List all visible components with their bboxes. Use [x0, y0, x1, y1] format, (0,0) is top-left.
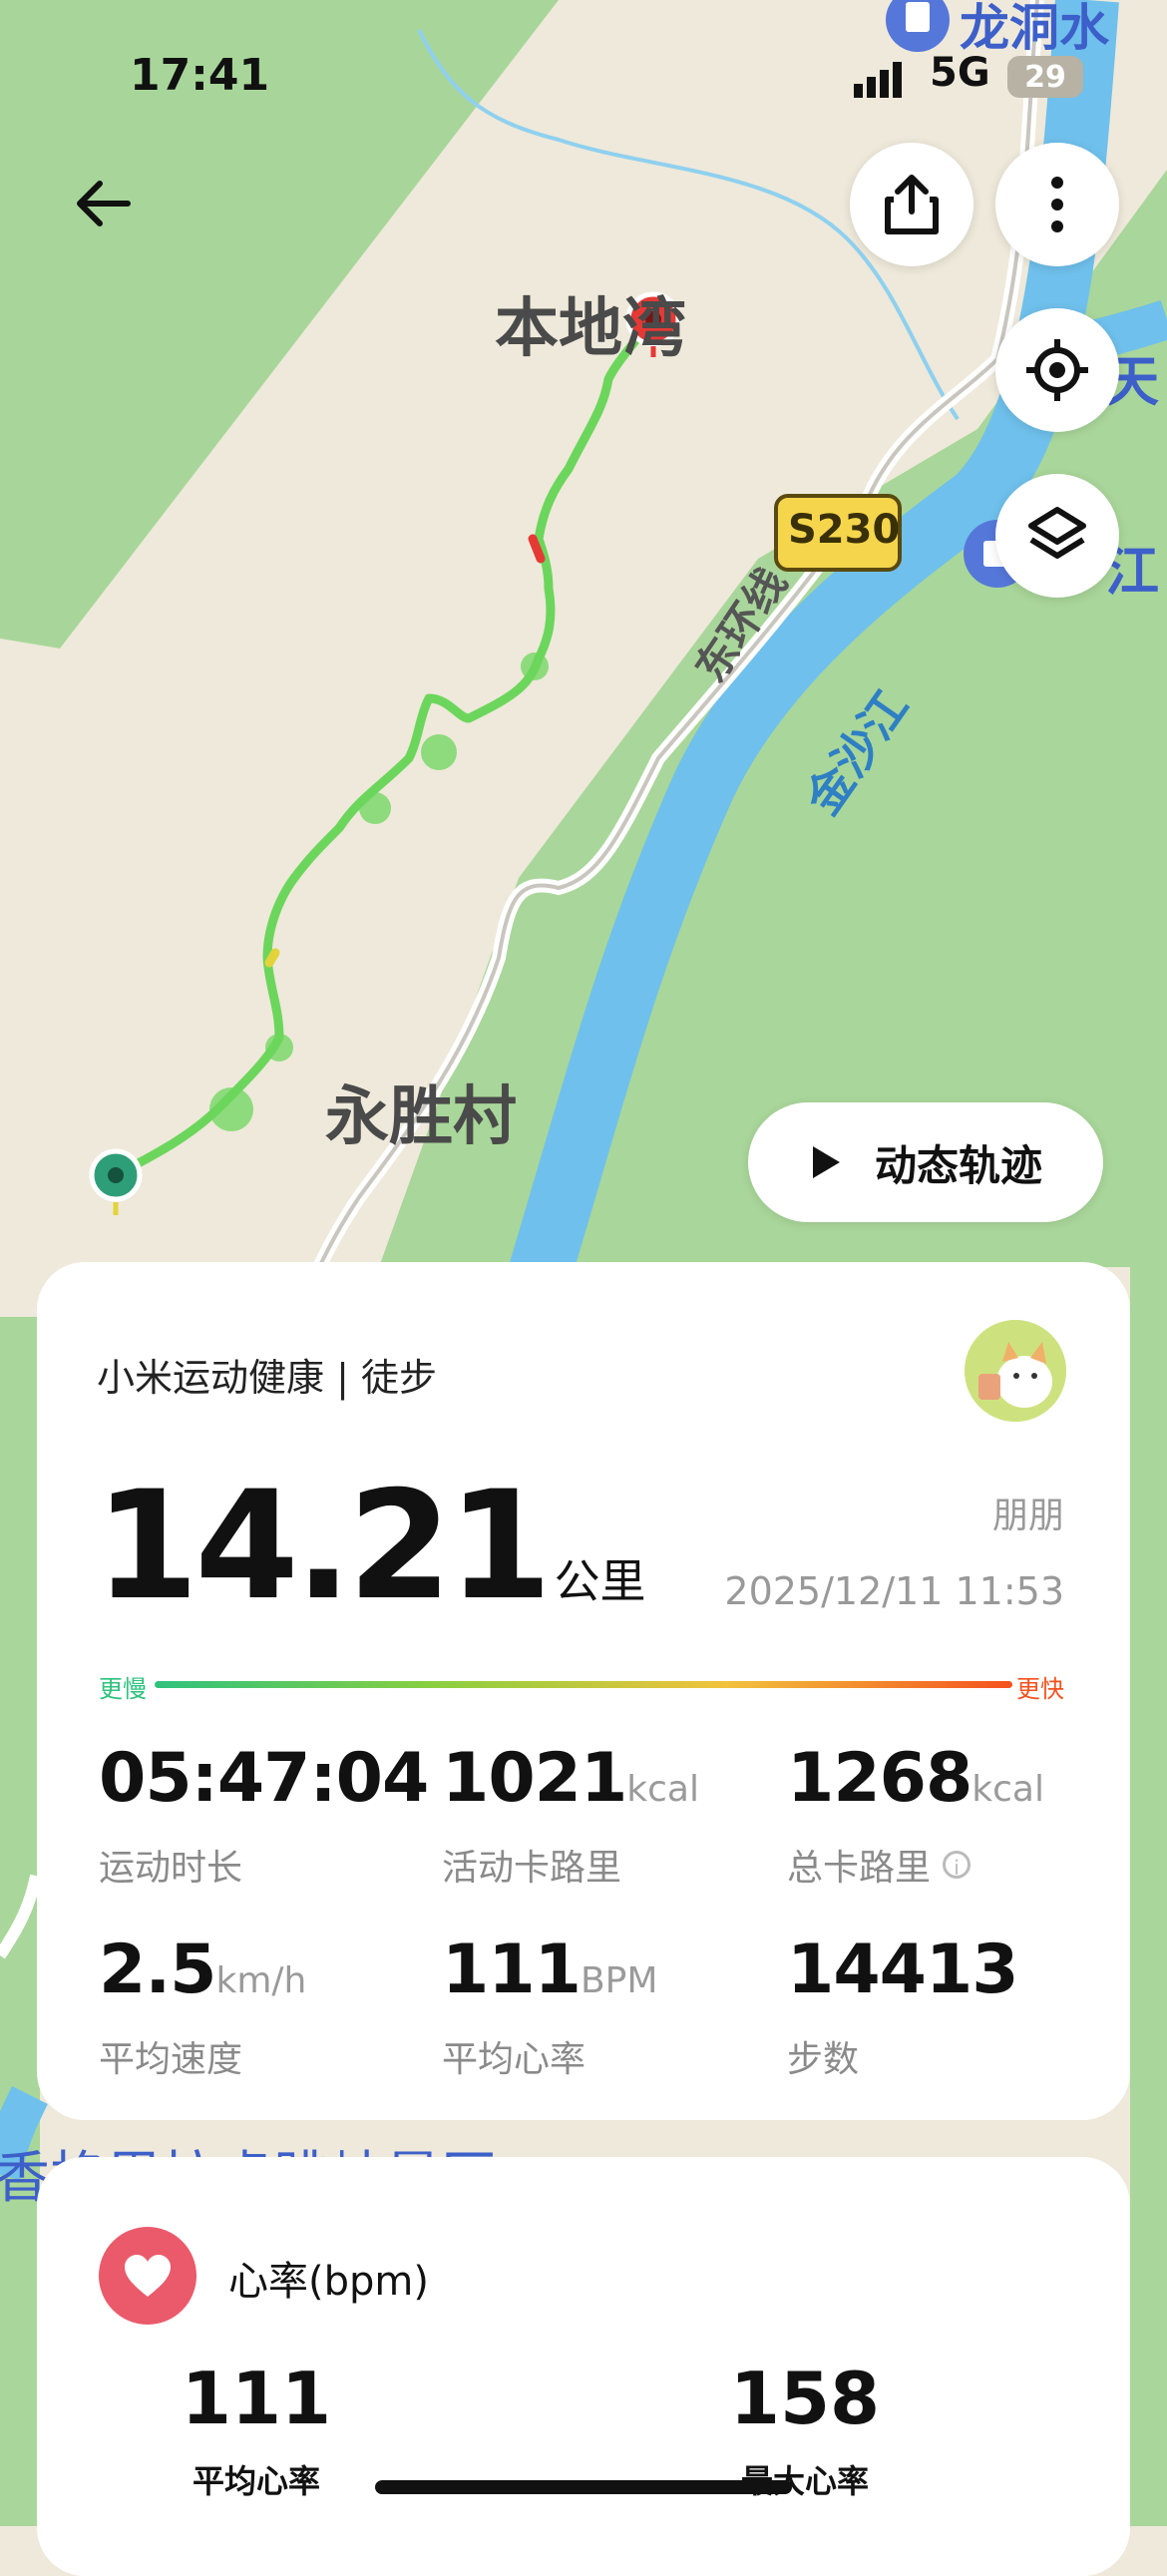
max-heart-rate-value: 158	[729, 2357, 881, 2440]
stat-total-calories-label: 总卡路里 i	[787, 1839, 972, 1891]
avg-heart-rate-label: 平均心率	[192, 2462, 320, 2500]
stat-active-calories-label: 活动卡路里	[442, 1848, 622, 1889]
stat-steps-value: 14413	[787, 1931, 1019, 2009]
user-name: 朋朋	[991, 1496, 1064, 1536]
signal-icon	[854, 62, 902, 102]
user-avatar[interactable]	[965, 1320, 1066, 1422]
max-heart-rate-label: 最大心率	[740, 2462, 869, 2500]
locate-button[interactable]	[995, 308, 1119, 432]
map-label-village-2: 永胜村	[325, 1080, 517, 1154]
arrow-left-icon	[77, 181, 131, 226]
stat-active-calories-value: 1021kcal	[442, 1739, 699, 1818]
layers-button[interactable]	[995, 474, 1119, 598]
app-activity-title: 小米运动健康 | 徒步	[97, 1356, 437, 1400]
battery-level: 29	[1024, 59, 1066, 95]
stat-avg-speed-value: 2.5km/h	[99, 1931, 307, 2009]
map-label-road-badge: S230	[788, 507, 901, 553]
stat-avg-heart-rate-value: 111BPM	[442, 1931, 658, 2009]
stat-total-calories-value: 1268kcal	[787, 1739, 1044, 1818]
heart-badge	[99, 2227, 196, 2325]
avg-heart-rate-value: 111	[181, 2357, 332, 2440]
pace-slow-label: 更慢	[99, 1675, 147, 1703]
dynamic-track-button[interactable]: 动态轨迹	[748, 1102, 1103, 1222]
distance-value: 14.21 公里	[95, 1460, 646, 1633]
home-indicator[interactable]	[375, 2480, 792, 2494]
heart-icon	[125, 2255, 171, 2297]
workout-summary-card: 小米运动健康 | 徒步 14.21 公里 朋朋 2025/12/11 11:53 …	[37, 1262, 1130, 2120]
locate-target-icon	[1026, 339, 1088, 401]
stat-steps-label: 步数	[787, 2039, 860, 2080]
stat-duration-value: 05:47:04	[99, 1739, 429, 1818]
more-vertical-icon	[1051, 177, 1063, 232]
map-label-village-1: 本地湾	[495, 292, 686, 366]
status-time: 17:41	[130, 50, 270, 101]
network-label: 5G	[930, 50, 990, 96]
pace-gradient-bar	[155, 1681, 1012, 1688]
stat-avg-speed-label: 平均速度	[99, 2039, 243, 2080]
stat-duration-label: 运动时长	[99, 1848, 243, 1889]
back-button[interactable]	[70, 170, 150, 239]
stat-avg-heart-rate-label: 平均心率	[442, 2039, 586, 2080]
heart-rate-card[interactable]: 心率(bpm) 111 平均心率 158 最大心率	[37, 2157, 1130, 2576]
info-icon[interactable]: i	[943, 1851, 972, 1880]
layers-icon	[1028, 507, 1086, 559]
pace-fast-label: 更快	[1016, 1675, 1064, 1703]
distance-unit: 公里	[554, 1554, 646, 1608]
dynamic-track-label: 动态轨迹	[874, 1140, 1042, 1190]
cat-avatar-icon	[965, 1320, 1066, 1422]
more-button[interactable]	[995, 143, 1119, 266]
share-button[interactable]	[850, 143, 973, 266]
heart-rate-title: 心率(bpm)	[228, 2259, 429, 2305]
play-icon	[812, 1146, 840, 1178]
workout-datetime: 2025/12/11 11:53	[724, 1569, 1064, 1613]
share-icon	[885, 175, 939, 234]
battery-icon: 29	[1007, 56, 1083, 98]
